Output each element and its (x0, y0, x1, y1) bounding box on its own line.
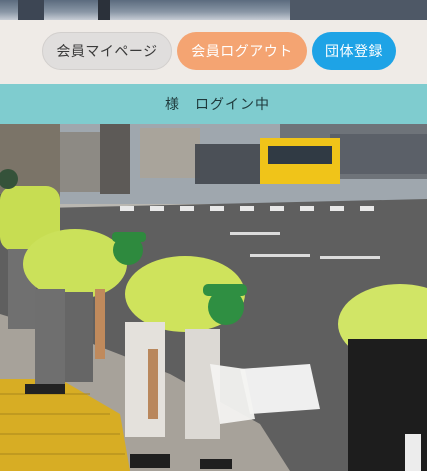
login-status-text: 様 ログイン中 (165, 97, 270, 113)
top-photo-strip (0, 0, 427, 20)
member-mypage-button[interactable]: 会員マイページ (42, 32, 172, 70)
login-status-bar: 様 ログイン中 (0, 84, 427, 124)
member-header: 会員マイページ 会員ログアウト 団体登録 (0, 20, 427, 84)
photo-illustration (0, 124, 427, 471)
member-logout-button[interactable]: 会員ログアウト (177, 32, 307, 70)
group-register-button[interactable]: 団体登録 (312, 32, 396, 70)
volunteers-photo (0, 124, 427, 471)
